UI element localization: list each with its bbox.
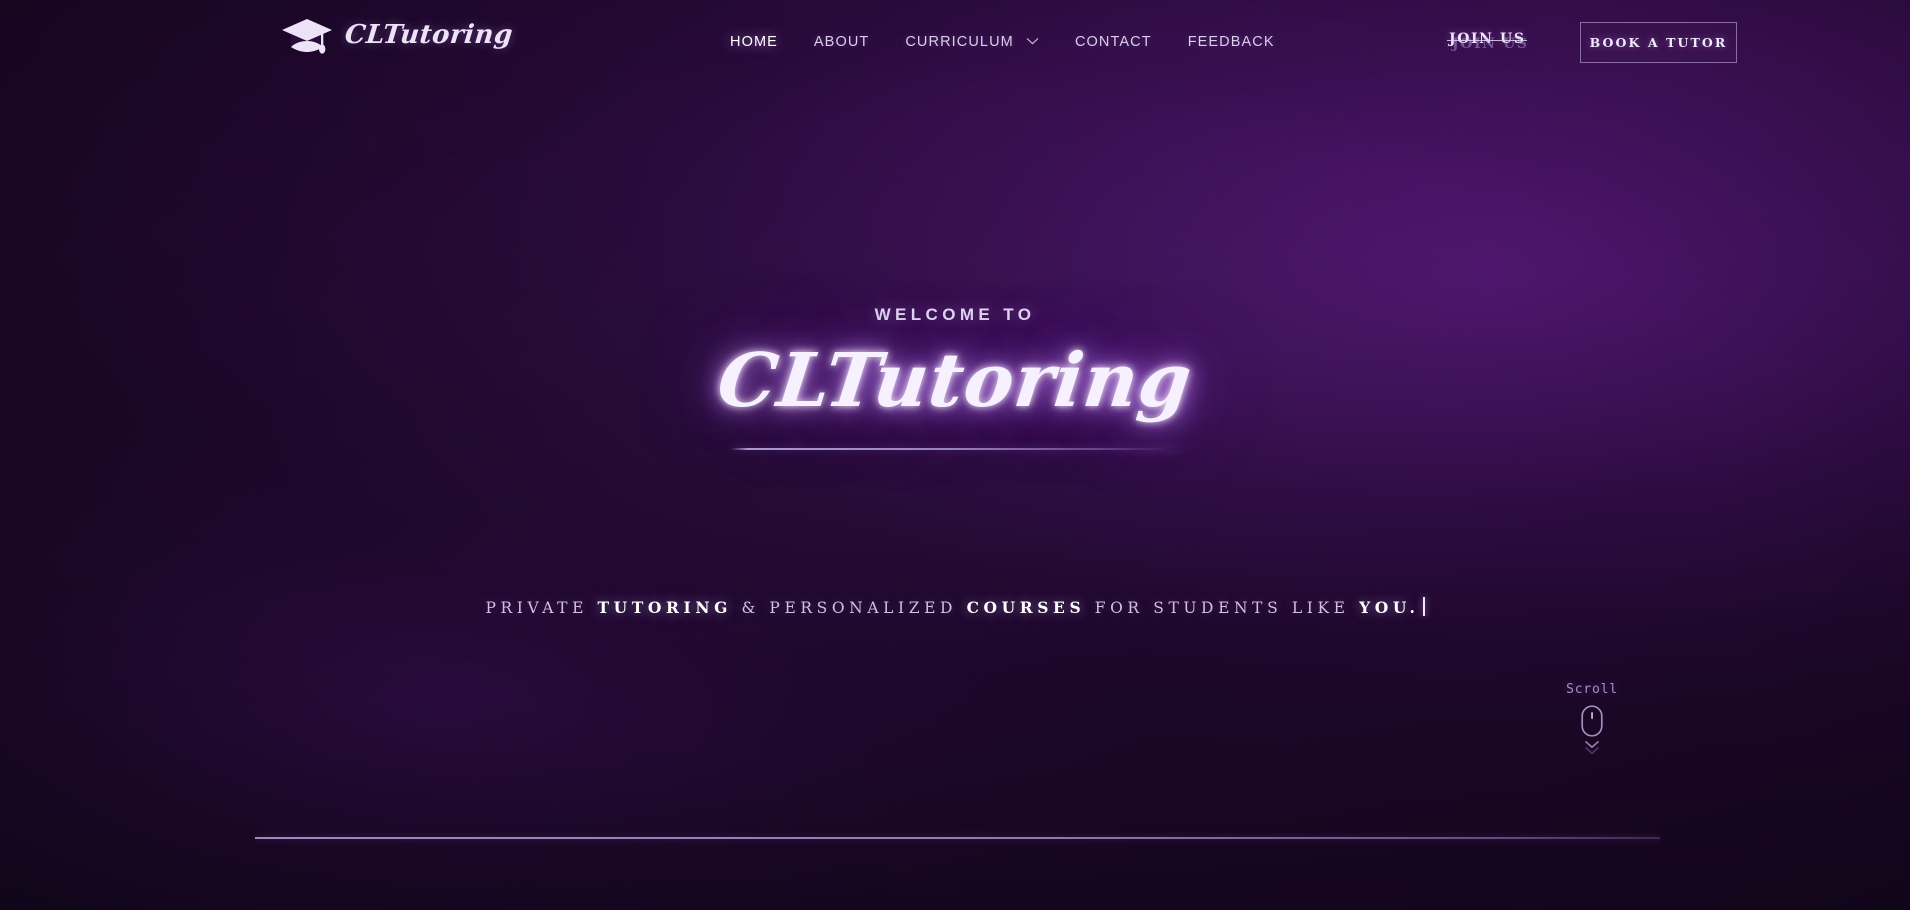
nav-item-about[interactable]: ABOUT xyxy=(796,30,887,54)
hero-section: WELCOME TO CLTutoring PRIVATE TUTORING &… xyxy=(0,0,1910,910)
nav-item-feedback-label: FEEDBACK xyxy=(1187,34,1275,50)
hero-tagline: PRIVATE TUTORING & PERSONALIZED COURSES … xyxy=(0,597,1910,617)
book-a-tutor-button[interactable]: BOOK A TUTOR xyxy=(1580,22,1737,63)
join-us-label: JOIN US xyxy=(1449,31,1526,47)
hero-divider xyxy=(730,448,1180,450)
hero-eyebrow: WELCOME TO xyxy=(874,305,1036,324)
nav-item-feedback[interactable]: FEEDBACK xyxy=(1170,30,1293,54)
tagline-strong-you: YOU. xyxy=(1359,598,1420,617)
book-a-tutor-label: BOOK A TUTOR xyxy=(1589,35,1728,50)
nav-item-home[interactable]: HOME xyxy=(712,30,796,54)
hero-title: CLTutoring xyxy=(713,338,1197,424)
nav-item-contact[interactable]: CONTACT xyxy=(1057,30,1170,54)
tagline-strong-courses: COURSES xyxy=(966,598,1086,617)
mouse-outline-icon xyxy=(1581,705,1603,737)
nav-item-contact-label: CONTACT xyxy=(1074,34,1152,50)
tagline-strong-tutoring: TUTORING xyxy=(597,598,732,617)
join-us-link[interactable]: JOIN US JOIN US xyxy=(1447,31,1527,52)
brand-name: CLTutoring xyxy=(343,20,515,50)
nav-item-curriculum[interactable]: CURRICULUM xyxy=(887,30,1057,54)
brand-logo-link[interactable]: CLTutoring xyxy=(281,14,515,56)
chevron-down-icon xyxy=(1026,36,1039,48)
site-header: CLTutoring HOME ABOUT CURRICULUM CONTACT… xyxy=(0,0,1910,84)
nav-item-home-label: HOME xyxy=(730,34,778,50)
chevron-down-icon-secondary xyxy=(1584,746,1600,755)
bottom-divider xyxy=(255,837,1660,839)
nav-item-curriculum-label: CURRICULUM xyxy=(905,34,1014,50)
scroll-label: Scroll xyxy=(1566,682,1618,697)
nav-item-about-label: ABOUT xyxy=(813,34,870,50)
graduation-cap-icon xyxy=(282,19,332,54)
tagline-part-1: PRIVATE xyxy=(485,599,598,617)
tagline-part-3: FOR STUDENTS LIKE xyxy=(1085,599,1360,617)
scroll-indicator[interactable]: Scroll xyxy=(1537,682,1647,755)
main-navigation: HOME ABOUT CURRICULUM CONTACT FEEDBACK xyxy=(712,30,1293,54)
typing-caret xyxy=(1422,597,1425,616)
scroll-chevrons xyxy=(1584,740,1600,755)
tagline-part-2: & PERSONALIZED xyxy=(731,599,967,617)
